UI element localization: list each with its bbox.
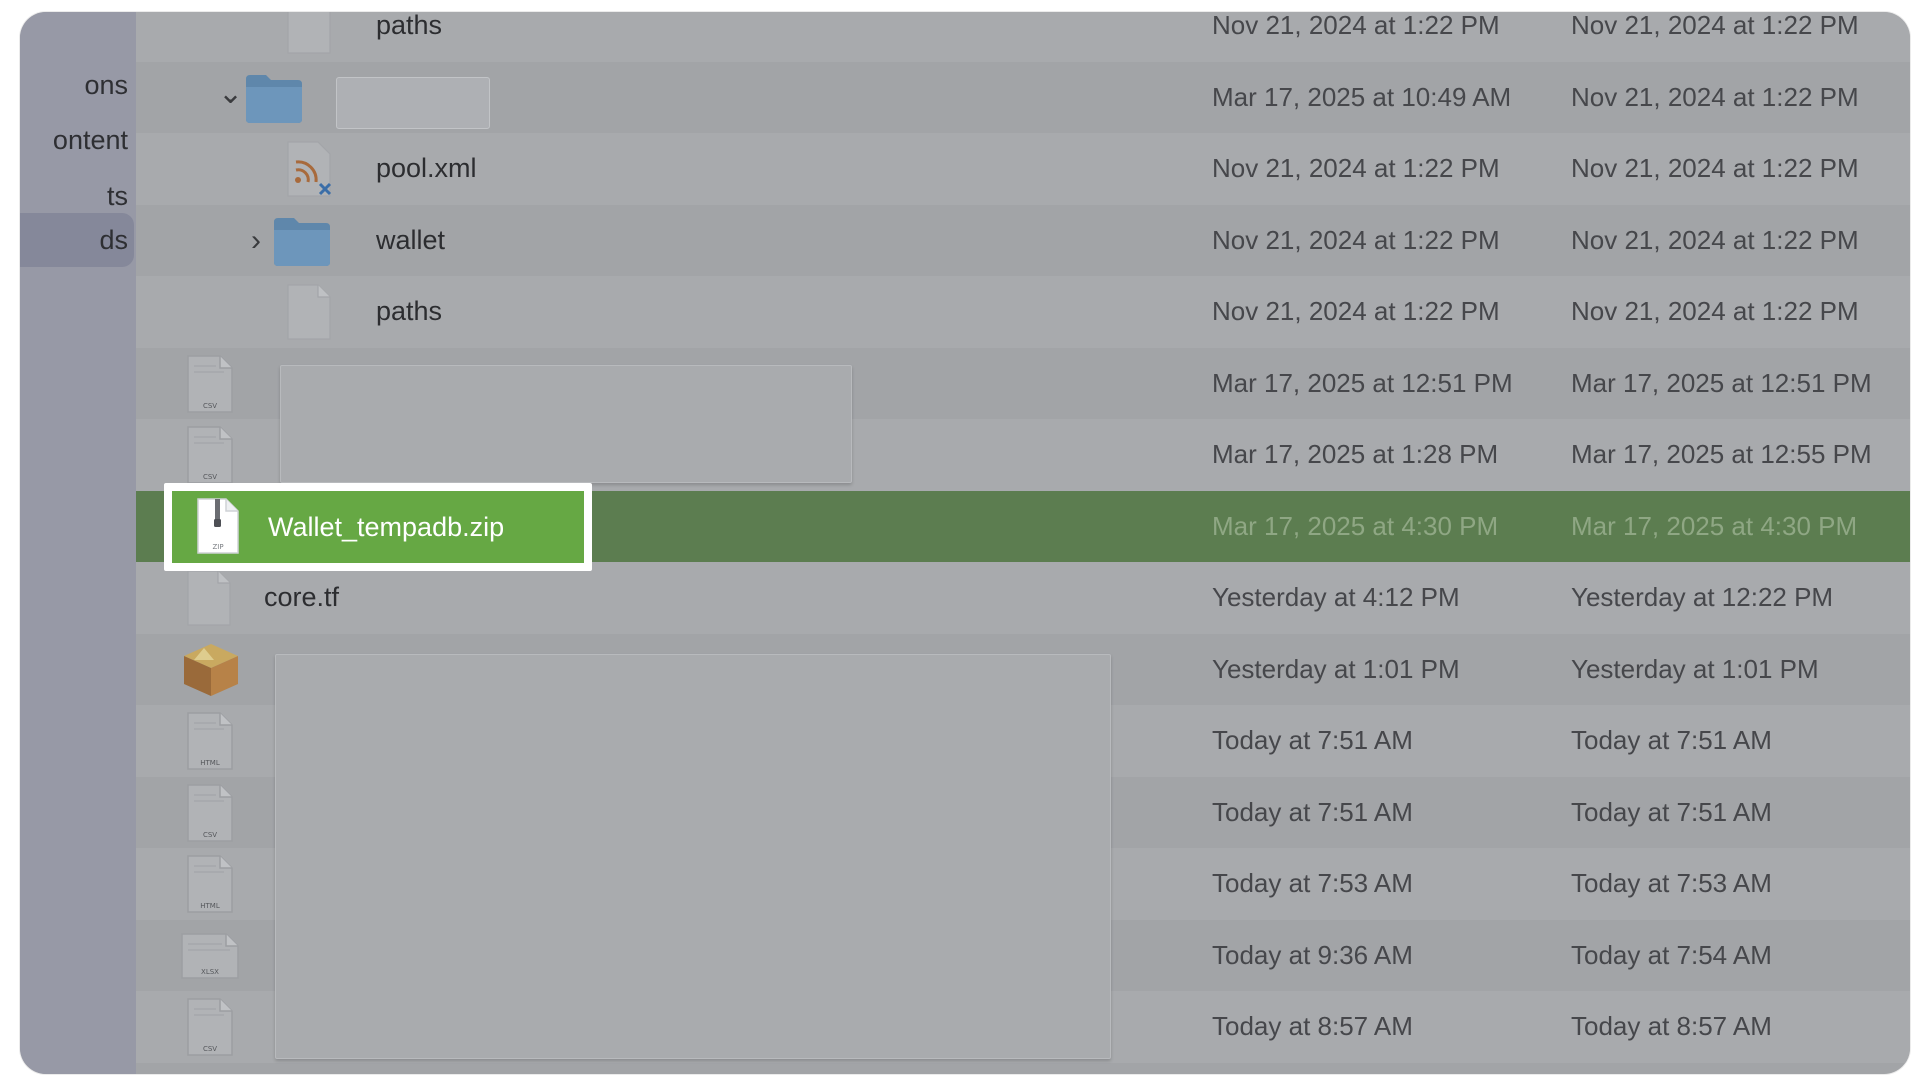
date-created: Nov 21, 2024 at 1:22 PM	[1571, 224, 1859, 255]
csv-file-icon: CSV	[186, 997, 234, 1062]
date-modified: Today at 8:57 AM	[1212, 1011, 1413, 1041]
svg-text:CSV: CSV	[203, 831, 217, 839]
date-modified: Today at 7:51 AM	[1212, 725, 1413, 755]
blank-overlay-panel	[280, 365, 852, 483]
svg-text:CSV: CSV	[203, 473, 217, 481]
generic-document-icon	[186, 569, 232, 632]
date-modified: Today at 7:51 AM	[1212, 796, 1413, 827]
date-modified: Today at 9:36 AM	[1212, 939, 1413, 970]
date-modified: Mar 17, 2025 at 12:51 PM	[1212, 367, 1513, 398]
date-created: Nov 21, 2024 at 1:22 PM	[1571, 153, 1859, 183]
csv-file-icon: CSV	[186, 425, 234, 490]
sidebar-item-downloads[interactable]: ds	[20, 213, 134, 267]
sidebar-item-label: ontent	[52, 125, 128, 155]
chevron-down-icon[interactable]: ⌄	[218, 78, 243, 108]
sidebar-item-content[interactable]: ontent	[20, 113, 136, 167]
date-created: Today at 7:53 AM	[1571, 868, 1772, 898]
folder-icon	[272, 214, 332, 273]
date-modified: Mar 17, 2025 at 1:28 PM	[1212, 439, 1499, 469]
file-name: paths	[376, 296, 443, 326]
sidebar-item-label: ons	[84, 70, 128, 100]
file-name: Wallet_tempadb.zip	[268, 512, 505, 542]
date-created: Mar 17, 2025 at 12:51 PM	[1571, 367, 1872, 398]
date-created: Nov 21, 2024 at 1:22 PM	[1571, 12, 1859, 40]
file-row[interactable]: pool.xml Nov 21, 2024 at 1:22 PM Nov 21, 2…	[136, 133, 1910, 205]
date-modified: Mar 17, 2025 at 10:49 AM	[1212, 81, 1512, 112]
svg-text:HTML: HTML	[200, 759, 220, 767]
sidebar-item-label: ds	[99, 225, 128, 255]
html-file-icon: HTML	[186, 854, 234, 919]
date-modified: Nov 21, 2024 at 1:22 PM	[1212, 12, 1500, 40]
folder-icon	[244, 71, 304, 130]
file-row[interactable]: › wallet Nov 21, 2024 at 1:22 PM Nov 21, 20…	[136, 204, 1910, 276]
zip-file-highlight[interactable]: ZIP Wallet_tempadb.zip	[164, 483, 592, 571]
rename-field[interactable]	[336, 77, 490, 129]
csv-file-icon: CSV	[186, 783, 234, 848]
sidebar-item-applications[interactable]: ons	[20, 58, 136, 112]
svg-text:CSV: CSV	[203, 402, 217, 410]
date-modified: Nov 21, 2024 at 1:22 PM	[1212, 224, 1500, 255]
xml-rss-icon	[286, 140, 332, 203]
file-row[interactable]: paths Nov 21, 2024 at 1:22 PM Nov 21, 2024…	[136, 12, 1910, 62]
date-modified: Yesterday at 1:01 PM	[1212, 653, 1460, 684]
generic-document-icon	[286, 12, 332, 60]
svg-text:CSV: CSV	[203, 1045, 217, 1053]
date-created: Yesterday at 1:01 PM	[1571, 653, 1819, 684]
svg-text:XLSX: XLSX	[201, 968, 219, 976]
date-created: Mar 17, 2025 at 12:55 PM	[1571, 439, 1872, 469]
file-name: core.tf	[264, 582, 340, 612]
file-name: pool.xml	[376, 153, 477, 183]
date-created: Nov 21, 2024 at 1:22 PM	[1571, 296, 1859, 326]
chevron-right-icon[interactable]: ›	[246, 225, 266, 255]
date-created: Today at 8:57 AM	[1571, 1011, 1772, 1041]
svg-text:HTML: HTML	[200, 902, 220, 910]
date-modified: Today at 7:53 AM	[1212, 868, 1413, 898]
xlsx-file-icon: XLSX	[180, 932, 240, 985]
sidebar: ons ontent ts ds	[20, 12, 136, 1074]
csv-file-icon: CSV	[186, 354, 234, 419]
file-row[interactable]: core.tf Yesterday at 4:12 PM Yesterday at …	[136, 562, 1910, 634]
date-modified: Yesterday at 4:12 PM	[1212, 582, 1460, 612]
package-box-icon	[180, 640, 242, 703]
date-created: Today at 7:54 AM	[1571, 939, 1772, 970]
blank-overlay-panel	[275, 654, 1111, 1059]
date-modified: Nov 21, 2024 at 1:22 PM	[1212, 296, 1500, 326]
generic-document-icon	[286, 283, 332, 346]
finder-window: ons ontent ts ds paths Nov 21, 2024 at 1:…	[20, 12, 1910, 1074]
file-name: paths	[376, 12, 443, 40]
date-created: Yesterday at 12:22 PM	[1571, 582, 1834, 612]
html-file-icon: HTML	[186, 711, 234, 776]
zip-file-icon: ZIP	[197, 498, 239, 554]
date-created: Today at 7:51 AM	[1571, 725, 1772, 755]
file-row[interactable]: paths Nov 21, 2024 at 1:22 PM Nov 21, 2024…	[136, 276, 1910, 348]
date-modified: Nov 21, 2024 at 1:22 PM	[1212, 153, 1500, 183]
date-created: Mar 17, 2025 at 4:30 PM	[1571, 510, 1858, 541]
file-name: wallet	[376, 224, 446, 255]
date-modified: Mar 17, 2025 at 4:30 PM	[1212, 510, 1499, 541]
date-created: Nov 21, 2024 at 1:22 PM	[1571, 81, 1859, 112]
svg-text:ZIP: ZIP	[212, 543, 223, 551]
date-created: Today at 7:51 AM	[1571, 796, 1772, 827]
